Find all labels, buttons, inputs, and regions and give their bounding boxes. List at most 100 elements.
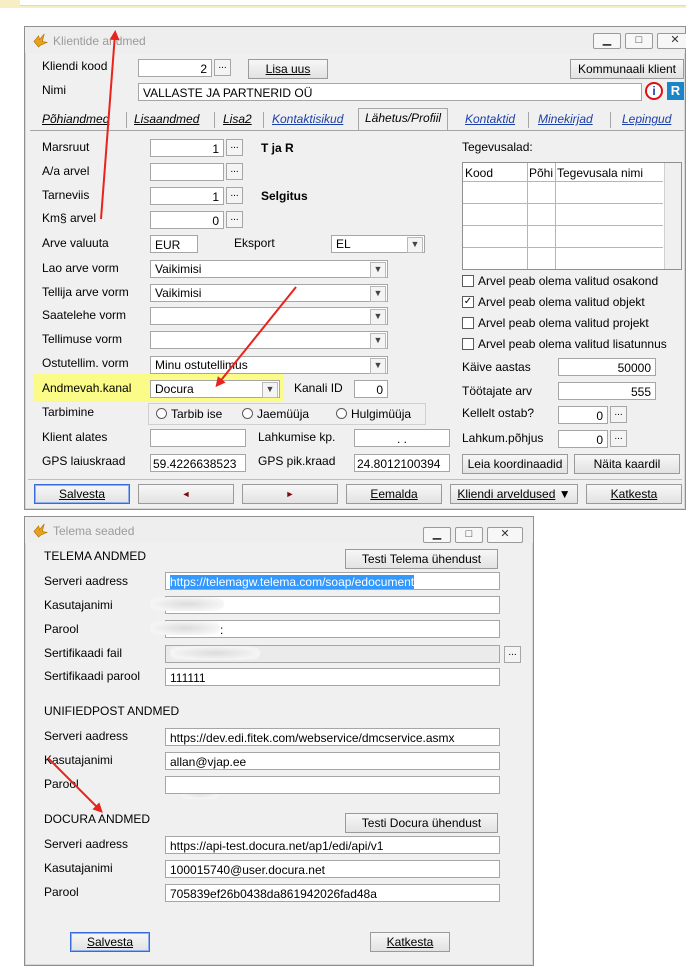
telema-server-input[interactable]: https://telemagw.telema.com/soap/edocume… [165, 572, 500, 590]
vat-invoice-input[interactable]: 0 [150, 211, 224, 229]
employees-input[interactable]: 555 [558, 382, 656, 400]
activities-label: Tegevusalad: [462, 140, 533, 154]
test-telema-button[interactable]: Testi Telema ühendust [345, 549, 498, 569]
telema-minimize-button[interactable]: ▁ [423, 527, 451, 543]
gps-lat-input[interactable]: 59.4226638523 [150, 454, 246, 472]
maximize-button[interactable]: □ [625, 33, 653, 49]
radio-hulgimuuja[interactable] [336, 408, 347, 419]
client-since-input[interactable] [150, 429, 246, 447]
docura-server-input[interactable]: https://api-test.docura.net/ap1/edi/api/… [165, 836, 500, 854]
order-form-select[interactable]: ▼ [150, 331, 388, 349]
telema-close-button[interactable]: ✕ [487, 527, 523, 543]
client-code-input[interactable]: 2 [138, 59, 212, 77]
data-channel-select[interactable]: Docura ▼ [150, 380, 280, 398]
unified-server-input[interactable]: https://dev.edi.fitek.com/webservice/dmc… [165, 728, 500, 746]
vat-invoice-lookup-button[interactable]: ... [226, 211, 243, 228]
aa-invoice-lookup-button[interactable]: ... [226, 163, 243, 180]
client-titlebar: Klientide andmed ▁ □ ✕ [25, 27, 686, 53]
grid-header-kood: Kood [465, 166, 494, 180]
route-input[interactable]: 1 [150, 139, 224, 157]
leave-reason-lookup-button[interactable]: ... [610, 430, 627, 447]
aa-invoice-input[interactable] [150, 163, 224, 181]
tab-separator [263, 112, 264, 128]
delivery-label: Tarneviis [42, 188, 90, 202]
warehouse-form-label: Lao arve vorm [42, 261, 119, 275]
export-select[interactable]: EL ▼ [331, 235, 425, 253]
tab-kontaktid[interactable]: Kontaktid [465, 112, 515, 126]
remove-button[interactable]: Eemalda [346, 484, 442, 504]
delivery-description: Selgitus [261, 189, 308, 203]
client-code-lookup-button[interactable]: ... [214, 59, 231, 76]
route-lookup-button[interactable]: ... [226, 139, 243, 156]
buys-from-input[interactable]: 0 [558, 406, 608, 424]
telema-cancel-button[interactable]: Katkesta [370, 932, 450, 952]
grid-line [463, 181, 663, 182]
close-button[interactable]: ✕ [657, 33, 686, 49]
purchase-form-select[interactable]: Minu ostutellimus ▼ [150, 356, 388, 374]
checkbox-extra-attribute-label: Arvel peab olema valitud lisatunnus [478, 337, 667, 351]
telema-maximize-button[interactable]: □ [455, 527, 483, 543]
radio-tarbib-ise[interactable] [156, 408, 167, 419]
tab-kontaktisikud[interactable]: Kontaktisikud [272, 112, 343, 126]
departure-input[interactable]: . . [354, 429, 450, 447]
client-cancel-button[interactable]: Katkesta [586, 484, 682, 504]
info-icon[interactable]: i [645, 82, 663, 100]
tab-minekirjad[interactable]: Minekirjad [538, 112, 593, 126]
grid-scrollbar[interactable] [664, 163, 681, 269]
tab-separator [214, 112, 215, 128]
grid-line [555, 163, 556, 269]
docura-section-header: DOCURA ANDMED [44, 812, 151, 826]
order-form-label: Tellimuse vorm [42, 332, 123, 346]
test-docura-button[interactable]: Testi Docura ühendust [345, 813, 498, 833]
checkbox-extra-attribute[interactable] [462, 338, 474, 350]
checkbox-project[interactable] [462, 317, 474, 329]
unified-password-input[interactable] [165, 776, 500, 794]
close-icon: ✕ [670, 34, 680, 46]
telema-username-label: Kasutajanimi [44, 598, 113, 612]
orderer-form-select[interactable]: Vaikimisi ▼ [150, 284, 388, 302]
maximize-icon: □ [465, 528, 473, 540]
tab-pohiandmed[interactable]: Põhiandmed [42, 112, 109, 126]
buys-from-lookup-button[interactable]: ... [610, 406, 627, 423]
leave-reason-input[interactable]: 0 [558, 430, 608, 448]
minimize-button[interactable]: ▁ [593, 33, 621, 49]
show-map-button[interactable]: Näita kaardil [574, 454, 680, 474]
client-save-button[interactable]: Salvesta [34, 484, 130, 504]
find-coordinates-button[interactable]: Leia koordinaadid [462, 454, 568, 474]
turnover-year-input[interactable]: 50000 [558, 358, 656, 376]
tab-lepingud[interactable]: Lepingud [622, 112, 671, 126]
radio-jaemuuja[interactable] [242, 408, 253, 419]
docura-password-input[interactable]: 705839ef26b0438da861942026fad48a [165, 884, 500, 902]
delivery-lookup-button[interactable]: ... [226, 187, 243, 204]
cert-file-browse-button[interactable]: ... [504, 646, 521, 663]
previous-record-button[interactable]: ◄ [138, 484, 234, 504]
channel-id-input[interactable]: 0 [354, 380, 388, 398]
registry-icon[interactable]: R [667, 82, 684, 100]
utility-client-button[interactable]: Kommunaali klient [570, 59, 684, 79]
currency-input[interactable]: EUR [150, 235, 198, 253]
export-label: Eksport [234, 236, 275, 250]
checkbox-object[interactable]: ✓ [462, 296, 474, 308]
next-record-button[interactable]: ► [242, 484, 338, 504]
name-input[interactable]: VALLASTE JA PARTNERID OÜ [138, 83, 642, 101]
tab-lisa2[interactable]: Lisa2 [223, 112, 252, 126]
add-new-button[interactable]: Lisa uus [248, 59, 328, 79]
chevron-down-icon: ▼ [407, 237, 423, 253]
turnover-year-label: Käive aastas [462, 360, 531, 374]
checkbox-department[interactable] [462, 275, 474, 287]
tab-lahetus-profiil[interactable]: Lähetus/Profiil [358, 108, 449, 130]
tab-lisaandmed[interactable]: Lisaandmed [134, 112, 199, 126]
departure-label: Lahkumise kp. [258, 430, 336, 444]
redaction-blur [170, 646, 260, 660]
docura-username-input[interactable]: 100015740@user.docura.net [165, 860, 500, 878]
telema-save-button[interactable]: Salvesta [70, 932, 150, 952]
gps-lon-input[interactable]: 24.8012100394 [354, 454, 450, 472]
delivery-input[interactable]: 1 [150, 187, 224, 205]
client-invoices-button[interactable]: Kliendi arveldused ▼ [450, 484, 578, 504]
warehouse-form-select[interactable]: Vaikimisi ▼ [150, 260, 388, 278]
grid-line [527, 163, 528, 269]
waybill-form-select[interactable]: ▼ [150, 307, 388, 325]
activities-grid[interactable]: Kood Põhi Tegevusala nimi [462, 162, 682, 270]
unified-username-input[interactable]: allan@vjap.ee [165, 752, 500, 770]
cert-pass-input[interactable]: 111111 [165, 668, 500, 686]
